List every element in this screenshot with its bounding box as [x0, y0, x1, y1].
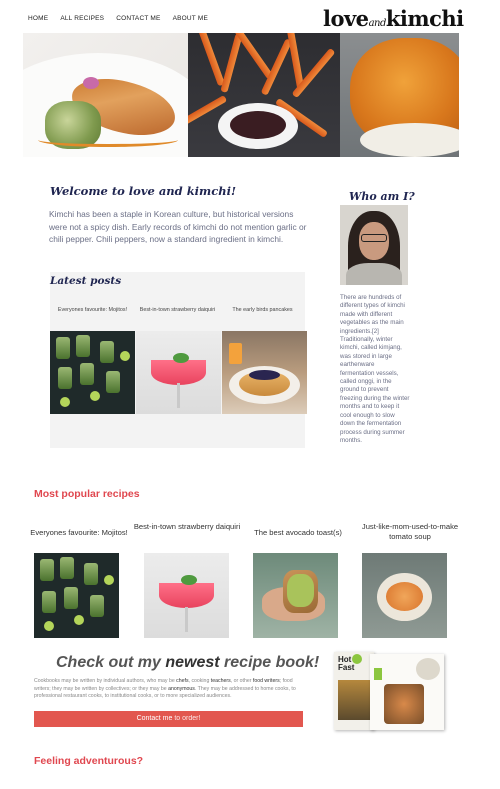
nav-all-recipes[interactable]: ALL RECIPES: [60, 15, 104, 22]
hero-banner: [23, 33, 459, 157]
logo-kimchi: kimchi: [385, 6, 464, 31]
adventurous-title: Feeling adventurous?: [34, 755, 144, 767]
latest-post-title[interactable]: Best-in-town strawberry daiquiri: [135, 307, 220, 313]
about-text: There are hundreds of different types of…: [340, 294, 410, 444]
latest-post-image-mojito[interactable]: [50, 331, 135, 414]
popular-recipe-title[interactable]: Everyones favourite: Mojitos!: [25, 528, 133, 538]
nav-contact-me[interactable]: CONTACT ME: [116, 15, 160, 22]
main-nav: HOME ALL RECIPES CONTACT ME ABOUT ME: [28, 15, 208, 22]
latest-post-title[interactable]: The early birds pancakes: [220, 307, 305, 313]
book-promo-text: Cookbooks may be written by individual a…: [34, 678, 296, 700]
popular-recipe-image-mojito[interactable]: [34, 553, 119, 638]
latest-posts-title: Latest posts: [50, 275, 122, 287]
contact-to-order-button[interactable]: Contact me to order!: [34, 711, 303, 727]
popular-recipes-title: Most popular recipes: [34, 488, 140, 500]
latest-posts: Latest posts Everyones favourite: Mojito…: [50, 272, 307, 448]
popular-recipe-title[interactable]: The best avocado toast(s): [244, 528, 352, 538]
nav-home[interactable]: HOME: [28, 15, 48, 22]
hero-image-curry: [340, 33, 459, 157]
hero-image-fries: [188, 33, 340, 157]
latest-post-title[interactable]: Everyones favourite: Mojitos!: [50, 307, 135, 313]
about-title: Who am I?: [349, 190, 415, 203]
welcome-text: Kimchi has been a staple in Korean cultu…: [49, 209, 307, 244]
popular-recipe-image-avocado-toast[interactable]: [253, 553, 338, 638]
hero-image-salmon: [23, 33, 188, 157]
latest-post-image-daiquiri[interactable]: [136, 331, 221, 414]
popular-recipe-image-daiquiri[interactable]: [144, 553, 229, 638]
avatar: [340, 205, 408, 285]
welcome-title: Welcome to love and kimchi!: [50, 184, 236, 198]
site-logo[interactable]: loveandkimchi: [323, 6, 464, 31]
popular-recipe-title[interactable]: Just-like-mom-used-to-make tomato soup: [351, 522, 469, 542]
logo-and: and: [368, 18, 387, 29]
popular-recipe-image-tomato-soup[interactable]: [362, 553, 447, 638]
book-cover-image[interactable]: Hot & Fast: [334, 652, 444, 732]
latest-post-image-pancakes[interactable]: [222, 331, 307, 414]
latest-posts-images: [50, 331, 307, 414]
latest-posts-captions: Everyones favourite: Mojitos! Best-in-to…: [50, 307, 305, 313]
book-promo-title: Check out my newest recipe book!: [56, 654, 320, 671]
popular-recipe-title[interactable]: Best-in-town strawberry daiquiri: [133, 522, 241, 532]
nav-about-me[interactable]: ABOUT ME: [173, 15, 208, 22]
logo-love: love: [323, 6, 369, 31]
